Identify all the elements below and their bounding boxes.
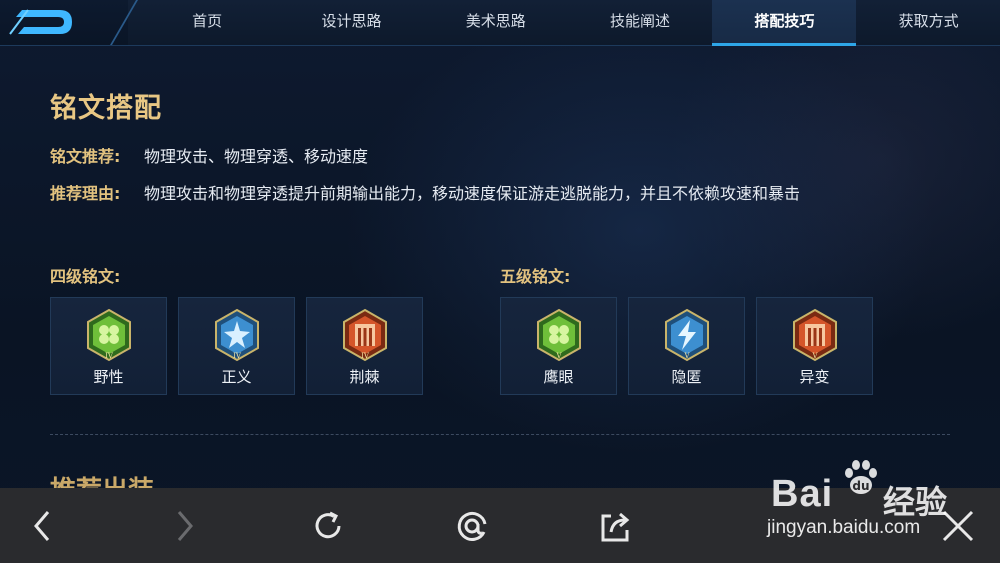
tab-skills[interactable]: 技能阐述 — [568, 0, 712, 45]
tab-obtain[interactable]: 获取方式 — [856, 0, 1000, 45]
watermark-brand: Bai — [771, 473, 834, 515]
tab-design-ideas[interactable]: 设计思路 — [279, 0, 423, 45]
at-icon — [457, 511, 487, 541]
gate-rune-icon: V — [793, 308, 837, 362]
svg-text:IV: IV — [105, 352, 114, 360]
recommend-row: 铭文推荐: 物理攻击、物理穿透、移动速度 — [50, 144, 950, 170]
game-logo[interactable] — [0, 0, 138, 45]
tab-build-tips[interactable]: 搭配技巧 — [712, 0, 857, 46]
share-button[interactable] — [585, 488, 645, 563]
clover-rune-icon: IV — [87, 308, 131, 362]
clover-rune-icon: V — [537, 308, 581, 362]
svg-text:IV: IV — [361, 352, 370, 360]
tab-art-ideas[interactable]: 美术思路 — [424, 0, 568, 45]
watermark-url: jingyan.baidu.com — [767, 517, 921, 538]
back-button[interactable] — [12, 488, 72, 563]
level4-title: 四级铭文: — [50, 267, 121, 286]
baidu-jingyan-watermark: Bai du 经验 jingyan.baidu.com — [765, 455, 985, 545]
recommend-label: 铭文推荐: — [50, 147, 121, 166]
forward-icon — [177, 511, 193, 541]
rune-card-level4-2[interactable]: IV 正义 — [178, 297, 295, 395]
paw-icon: du — [845, 460, 877, 494]
gate-rune-icon: IV — [343, 308, 387, 362]
section-title: 铭文搭配 — [50, 93, 162, 124]
back-icon — [34, 511, 50, 541]
rune-name: 隐匿 — [671, 368, 702, 386]
star-rune-icon: IV — [215, 308, 259, 362]
level5-title: 五级铭文: — [500, 267, 571, 286]
reason-label: 推荐理由: — [50, 184, 121, 203]
top-nav: 首页 设计思路 美术思路 技能阐述 搭配技巧 获取方式 — [0, 0, 1000, 46]
rune-name: 鹰眼 — [543, 368, 574, 386]
rune-name: 野性 — [93, 368, 124, 386]
svg-text:V: V — [555, 352, 562, 360]
forward-button[interactable] — [155, 488, 215, 563]
rune-card-level4-1[interactable]: IV 野性 — [50, 297, 167, 395]
rune-name: 正义 — [221, 368, 252, 386]
svg-text:IV: IV — [233, 352, 242, 360]
reason-row: 推荐理由: 物理攻击和物理穿透提升前期输出能力，移动速度保证游走逃脱能力，并且不… — [50, 181, 950, 233]
rune-card-level5-2[interactable]: V 隐匿 — [628, 297, 745, 395]
share-icon — [601, 512, 630, 542]
svg-text:du: du — [852, 479, 869, 493]
rune-card-level4-3[interactable]: IV 荆棘 — [306, 297, 423, 395]
rune-card-level5-3[interactable]: V 异变 — [756, 297, 873, 395]
rune-name: 异变 — [799, 368, 830, 386]
section-divider — [50, 434, 950, 435]
refresh-button[interactable] — [298, 488, 358, 563]
rune-card-level5-1[interactable]: V 鹰眼 — [500, 297, 617, 395]
svg-text:V: V — [683, 352, 690, 360]
recommend-value: 物理攻击、物理穿透、移动速度 — [144, 147, 369, 166]
lightning-rune-icon: V — [665, 308, 709, 362]
refresh-icon — [315, 511, 341, 539]
svg-text:V: V — [811, 352, 818, 360]
nav-tabs: 首页 设计思路 美术思路 技能阐述 搭配技巧 获取方式 — [135, 0, 1000, 46]
tab-home[interactable]: 首页 — [135, 0, 279, 45]
reason-value: 物理攻击和物理穿透提升前期输出能力，移动速度保证游走逃脱能力，并且不依赖攻速和暴… — [144, 184, 801, 203]
mention-button[interactable] — [442, 488, 502, 563]
rune-name: 荆棘 — [349, 368, 380, 386]
